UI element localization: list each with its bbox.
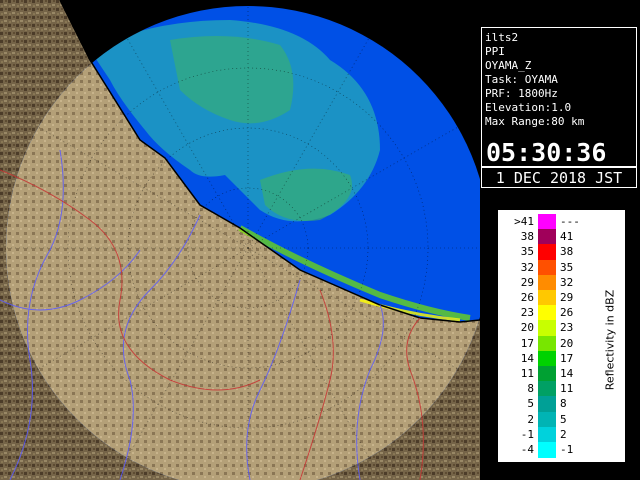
legend-row: 20 23 xyxy=(498,320,598,337)
legend-color-swatch xyxy=(538,320,556,337)
legend-row: 14 17 xyxy=(498,350,598,367)
legend-row: 26 29 xyxy=(498,290,598,306)
legend-upper-bound: -1 xyxy=(560,443,574,456)
legend-title-text: Reflectivity in dBZ xyxy=(603,289,617,391)
legend-upper-bound: 2 xyxy=(560,427,567,441)
scan-type: PPI xyxy=(485,45,505,58)
max-range-value: Max Range:80 km xyxy=(485,115,585,128)
legend-lower-bound: 20 xyxy=(520,321,534,335)
legend-color-swatch xyxy=(538,426,556,443)
legend-color-swatch xyxy=(538,244,556,261)
reflectivity-legend: >41 --- 38 41 35 38 32 35 29 32 26 29 23 26 20 23 17 20 14… xyxy=(497,209,626,463)
legend-upper-bound: 26 xyxy=(560,306,574,320)
legend-upper-bound: 5 xyxy=(560,412,567,426)
legend-title: Reflectivity in dBZ xyxy=(598,250,622,430)
legend-upper-bound: 38 xyxy=(560,245,574,259)
scan-info-panel: ilts2 PPI OYAMA_Z Task: OYAMA PRF: 1800H… xyxy=(481,27,637,188)
legend-upper-bound: 41 xyxy=(560,230,574,244)
legend-upper-bound: 20 xyxy=(560,336,574,350)
legend-lower-bound: 32 xyxy=(520,260,534,274)
legend-row: 58 xyxy=(498,396,598,413)
legend-lower-bound: 14 xyxy=(520,351,534,365)
legend-lower-bound: 5 xyxy=(527,397,534,411)
legend-color-swatch xyxy=(538,442,556,458)
legend-lower-bound: 35 xyxy=(520,245,534,259)
legend-lower-bound: 17 xyxy=(520,336,534,350)
prf-value: PRF: 1800Hz xyxy=(485,87,558,100)
legend-row: 32 35 xyxy=(498,259,598,276)
legend-upper-bound: 14 xyxy=(560,367,574,380)
legend-upper-bound: 32 xyxy=(560,275,574,289)
legend-color-swatch xyxy=(538,381,556,398)
legend-lower-bound: 2 xyxy=(527,412,534,426)
legend-row: -4 -1 xyxy=(498,442,598,458)
legend-row: 17 20 xyxy=(498,335,598,352)
legend-color-swatch xyxy=(538,411,556,428)
legend-upper-bound: 29 xyxy=(560,291,574,304)
legend-lower-bound: -4 xyxy=(520,443,534,456)
radar-ppi-view xyxy=(0,0,480,480)
elevation-value: Elevation:1.0 xyxy=(485,101,572,114)
legend-color-swatch xyxy=(538,396,556,413)
legend-lower-bound: 23 xyxy=(520,306,534,320)
product-name: OYAMA_Z xyxy=(485,59,532,72)
legend-lower-bound: >41 xyxy=(514,215,534,228)
legend-lower-bound: 26 xyxy=(520,291,534,304)
legend-color-swatch xyxy=(538,214,556,230)
legend-row: 38 41 xyxy=(498,229,598,246)
legend-upper-bound: 17 xyxy=(560,351,574,365)
legend-row: 8 11 xyxy=(498,381,598,398)
legend-color-swatch xyxy=(538,305,556,322)
legend-row: 35 38 xyxy=(498,244,598,261)
legend-row: 23 26 xyxy=(498,305,598,322)
legend-upper-bound: 8 xyxy=(560,397,567,411)
legend-row: 25 xyxy=(498,411,598,428)
legend-color-swatch xyxy=(538,366,556,382)
legend-lower-bound: -1 xyxy=(520,427,534,441)
legend-lower-bound: 38 xyxy=(520,230,534,244)
task-name: Task: OYAMA xyxy=(485,73,558,86)
legend-color-swatch xyxy=(538,274,556,291)
legend-lower-bound: 29 xyxy=(520,275,534,289)
radar-map xyxy=(0,0,480,480)
legend-upper-bound: --- xyxy=(560,215,580,228)
legend-color-swatch xyxy=(538,350,556,367)
legend-upper-bound: 11 xyxy=(560,382,574,396)
scan-date: 1 DEC 2018 JST xyxy=(482,166,636,188)
legend-row: -1 2 xyxy=(498,426,598,443)
legend-upper-bound: 35 xyxy=(560,260,574,274)
radar-name: ilts2 xyxy=(485,31,519,44)
legend-lower-bound: 8 xyxy=(527,382,534,396)
legend-upper-bound: 23 xyxy=(560,321,574,335)
legend-color-swatch xyxy=(538,290,556,306)
legend-row: 29 32 xyxy=(498,274,598,291)
scan-time: 05:30:36 xyxy=(486,138,607,167)
legend-row: 11 14 xyxy=(498,366,598,382)
legend-color-swatch xyxy=(538,229,556,246)
legend-color-swatch xyxy=(538,335,556,352)
legend-lower-bound: 11 xyxy=(520,367,534,380)
legend-color-swatch xyxy=(538,259,556,276)
legend-row: >41 --- xyxy=(498,214,598,230)
